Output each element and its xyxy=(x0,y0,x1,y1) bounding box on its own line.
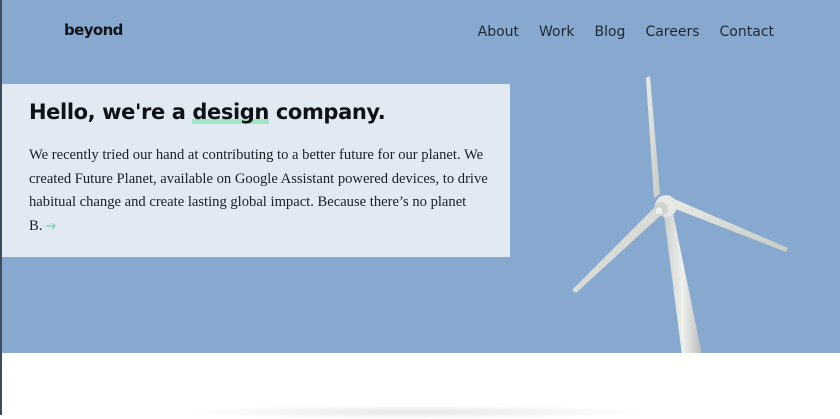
nav-contact[interactable]: Contact xyxy=(720,24,774,40)
brand-logo[interactable]: beyond xyxy=(64,21,123,39)
headline-part: company. xyxy=(268,100,386,124)
arrow-right-icon[interactable]: → xyxy=(45,219,56,234)
intro-text: We recently tried our hand at contributi… xyxy=(29,147,488,234)
nav-careers[interactable]: Careers xyxy=(645,24,699,40)
wind-turbine-image xyxy=(572,76,788,353)
page-headline: Hello, we're a design company. xyxy=(29,100,386,124)
nav-about[interactable]: About xyxy=(478,24,519,40)
nav-blog[interactable]: Blog xyxy=(594,24,625,40)
left-edge-border xyxy=(0,0,2,415)
headline-part: Hello, we're a xyxy=(29,100,193,124)
intro-paragraph: We recently tried our hand at contributi… xyxy=(29,144,489,238)
headline-highlight: design xyxy=(192,100,269,124)
main-nav: About Work Blog Careers Contact xyxy=(478,24,774,40)
hero-section: beyond About Work Blog Careers Contact H… xyxy=(0,0,840,353)
content-shadow xyxy=(175,405,655,419)
nav-work[interactable]: Work xyxy=(539,24,574,40)
